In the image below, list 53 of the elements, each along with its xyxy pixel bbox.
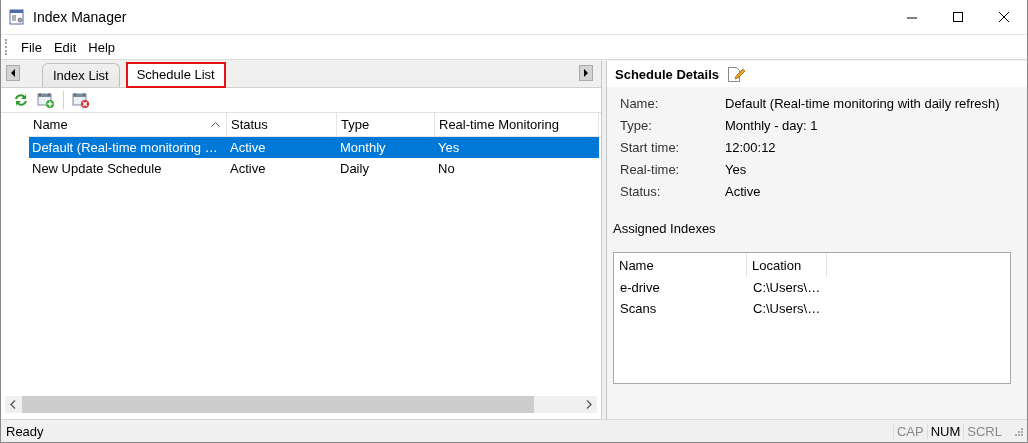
status-indicator: SCRL xyxy=(963,423,1005,439)
field-label: Real-time: xyxy=(620,162,681,177)
tab[interactable]: Index List xyxy=(42,63,120,87)
table-cell-text: Daily xyxy=(339,160,370,178)
table-cell-text: C:\Users\… xyxy=(752,301,822,316)
window-title: Index Manager xyxy=(33,9,127,25)
menu-item[interactable]: Edit xyxy=(47,37,83,57)
triangle-left-icon xyxy=(10,69,16,77)
table-cell-text: Monthly xyxy=(339,139,387,157)
section-title: Assigned Indexes xyxy=(612,220,717,236)
field-value: Active xyxy=(725,184,762,199)
edit-icon[interactable] xyxy=(727,65,746,83)
field-value: Monthly - day: 1 xyxy=(725,118,819,133)
panel-title: Schedule Details xyxy=(615,66,720,82)
refresh-icon[interactable] xyxy=(13,92,29,108)
triangle-right-icon xyxy=(583,69,589,77)
maximize-icon[interactable] xyxy=(952,10,964,24)
field-label: Type: xyxy=(620,118,653,133)
scroll-right-button[interactable] xyxy=(579,65,593,81)
status-indicator: NUM xyxy=(926,423,964,439)
field-value: 12:00:12 xyxy=(725,140,777,155)
delete-schedule-icon[interactable] xyxy=(72,91,90,109)
field-label: Status: xyxy=(620,184,662,199)
close-icon[interactable] xyxy=(998,10,1010,24)
status-text: Ready xyxy=(6,423,44,439)
table-cell-text: Yes xyxy=(437,139,461,157)
table-cell-text: Scans xyxy=(619,301,658,316)
column-header[interactable]: Type xyxy=(337,113,435,136)
column-header[interactable]: Location xyxy=(747,253,827,277)
horizontal-scrollbar[interactable] xyxy=(5,396,597,413)
table-cell-text: Active xyxy=(229,139,267,157)
table-cell-text: e-drive xyxy=(619,280,661,295)
column-header[interactable]: Name xyxy=(614,253,747,277)
tab[interactable]: Schedule List xyxy=(125,62,226,88)
column-header[interactable]: Name xyxy=(29,113,227,136)
field-label: Name: xyxy=(620,96,660,111)
table-cell-text: Default (Real-time monitoring … xyxy=(31,139,219,157)
field-label: Start time: xyxy=(620,140,681,155)
resize-grip-icon[interactable] xyxy=(1013,426,1023,436)
menu-item[interactable]: Help xyxy=(82,37,122,57)
table-cell-text: C:\Users\… xyxy=(752,280,822,295)
column-header[interactable]: Real-time Monitoring xyxy=(435,113,599,136)
column-header[interactable]: Status xyxy=(227,113,337,136)
menu-item[interactable]: File xyxy=(15,37,48,57)
field-value: Default (Real-time monitoring with daily refresh) xyxy=(725,96,1001,111)
table-cell-text: Active xyxy=(229,160,267,178)
app-icon xyxy=(9,9,25,25)
status-indicator: CAP xyxy=(892,423,927,439)
field-value: Yes xyxy=(725,162,748,177)
table-cell-text: New Update Schedule xyxy=(31,160,163,178)
table-cell-text: No xyxy=(437,160,456,178)
scroll-left-button[interactable] xyxy=(6,65,20,81)
add-schedule-icon[interactable] xyxy=(37,91,55,109)
